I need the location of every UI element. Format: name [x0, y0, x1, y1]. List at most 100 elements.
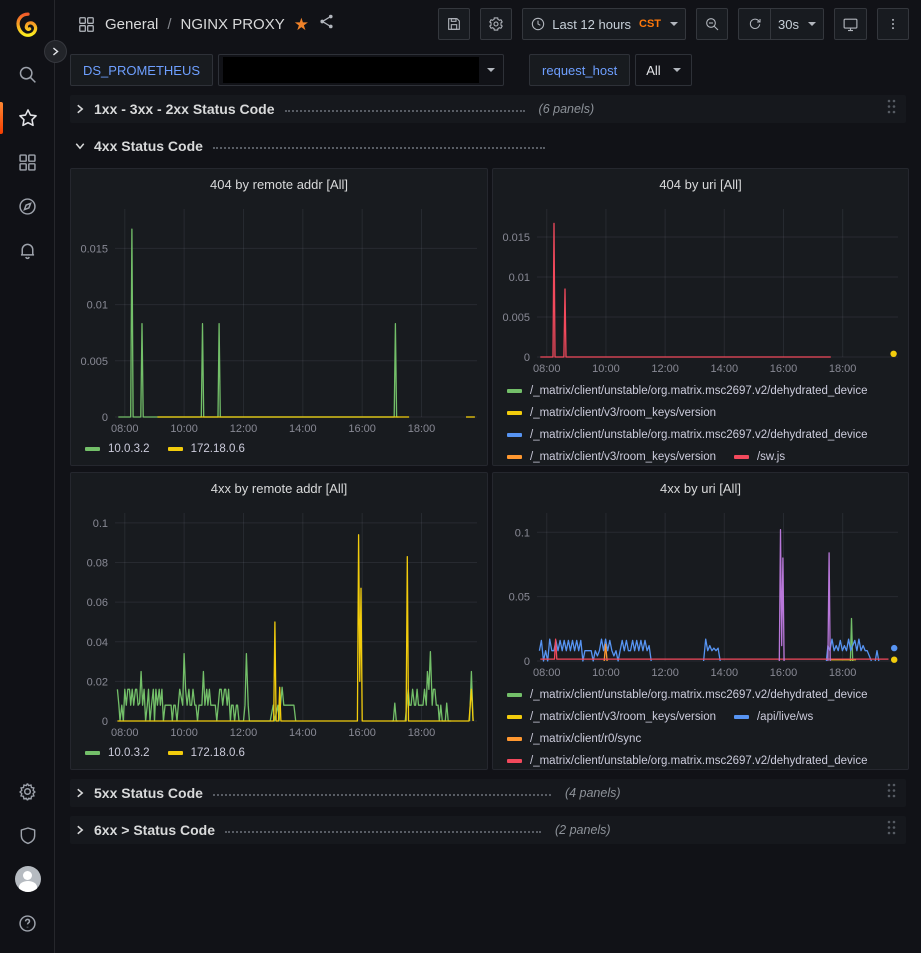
- svg-text:14:00: 14:00: [289, 727, 317, 739]
- panel-title[interactable]: 4xx by remote addr [All]: [71, 473, 487, 505]
- legend-label: /_matrix/client/unstable/org.matrix.msc2…: [530, 689, 868, 701]
- svg-text:14:00: 14:00: [711, 363, 739, 375]
- legend-swatch: [507, 433, 522, 437]
- share-button[interactable]: [318, 13, 335, 35]
- row-drag-handle[interactable]: [881, 816, 902, 844]
- breadcrumb-dashboard-title[interactable]: NGINX PROXY: [181, 16, 285, 33]
- help-circle-icon: [17, 913, 38, 934]
- refresh-interval-dropdown[interactable]: 30s: [770, 8, 824, 40]
- legend-item[interactable]: /_matrix/client/r0/sync: [507, 731, 641, 747]
- gear-icon: [488, 16, 504, 32]
- legend-swatch: [507, 411, 522, 415]
- svg-text:08:00: 08:00: [533, 667, 561, 679]
- legend-swatch: [507, 389, 522, 393]
- legend-item[interactable]: /_matrix/client/unstable/org.matrix.msc2…: [507, 427, 868, 443]
- sidebar: [0, 0, 55, 953]
- sidebar-item-explore[interactable]: [0, 184, 55, 228]
- save-dashboard-button[interactable]: [438, 8, 470, 40]
- svg-text:08:00: 08:00: [533, 363, 561, 375]
- legend-item[interactable]: /_matrix/client/unstable/org.matrix.msc2…: [507, 687, 868, 703]
- row-dots: [225, 824, 541, 833]
- active-indicator: [0, 102, 3, 134]
- svg-text:16:00: 16:00: [348, 423, 376, 435]
- panel-404-by-uri: 404 by uri [All] 08:0010:0012:0014:0016:…: [492, 168, 909, 466]
- legend-item[interactable]: 10.0.3.2: [85, 745, 150, 761]
- chevron-down-icon: [74, 140, 86, 152]
- dashboard-settings-button[interactable]: [480, 8, 512, 40]
- legend-item[interactable]: /sw.js: [734, 449, 785, 465]
- legend-swatch: [168, 447, 183, 451]
- save-icon: [446, 16, 462, 32]
- request-host-variable-dropdown[interactable]: All: [635, 54, 691, 86]
- timeseries-chart[interactable]: 08:0010:0012:0014:0016:0018:0000.0050.01…: [493, 201, 908, 377]
- legend-swatch: [85, 447, 100, 451]
- row-drag-handle[interactable]: [881, 779, 902, 807]
- star-filled-icon[interactable]: ★: [294, 16, 309, 33]
- sidebar-item-help[interactable]: [0, 901, 55, 945]
- legend-item[interactable]: 10.0.3.2: [85, 441, 150, 457]
- legend-label: /_matrix/client/unstable/org.matrix.msc2…: [530, 385, 868, 397]
- svg-text:0.015: 0.015: [80, 243, 108, 255]
- row-dots: [213, 787, 551, 796]
- legend-item[interactable]: /_matrix/client/v3/room_keys/version: [507, 449, 716, 465]
- legend-item[interactable]: /_matrix/client/v3/room_keys/version: [507, 709, 716, 725]
- legend-item[interactable]: 172.18.0.6: [168, 441, 245, 457]
- share-icon: [318, 13, 335, 30]
- legend-swatch: [507, 759, 522, 763]
- svg-text:10:00: 10:00: [592, 667, 620, 679]
- sidebar-item-server-admin[interactable]: [0, 813, 55, 857]
- dashboard-row-6xx[interactable]: 6xx > Status Code (2 panels): [70, 816, 906, 844]
- legend-item[interactable]: /_matrix/client/unstable/org.matrix.msc2…: [507, 753, 868, 769]
- panel-title[interactable]: 4xx by uri [All]: [493, 473, 908, 505]
- legend-item[interactable]: /_matrix/client/v3/room_keys/version: [507, 405, 716, 421]
- svg-text:16:00: 16:00: [770, 667, 798, 679]
- panel-4xx-by-uri: 4xx by uri [All] 08:0010:0012:0014:0016:…: [492, 472, 909, 770]
- svg-text:14:00: 14:00: [289, 423, 317, 435]
- dashboard-row-1xx-3xx-2xx[interactable]: 1xx - 3xx - 2xx Status Code (6 panels): [70, 95, 906, 123]
- svg-text:08:00: 08:00: [111, 727, 139, 739]
- sidebar-item-starred[interactable]: [0, 96, 55, 140]
- compass-icon: [17, 196, 38, 217]
- panel-legend: /_matrix/client/unstable/org.matrix.msc2…: [493, 377, 908, 465]
- sidebar-item-profile[interactable]: [0, 857, 55, 901]
- panel-title[interactable]: 404 by remote addr [All]: [71, 169, 487, 201]
- row-title: 6xx > Status Code: [94, 822, 215, 838]
- legend-swatch: [507, 455, 522, 459]
- row-drag-handle[interactable]: [881, 95, 902, 123]
- legend-label: 172.18.0.6: [191, 747, 245, 759]
- refresh-button[interactable]: [738, 8, 770, 40]
- panel-title[interactable]: 404 by uri [All]: [493, 169, 908, 201]
- cycle-view-mode-button[interactable]: [834, 8, 867, 40]
- legend-item[interactable]: /api/live/ws: [734, 709, 813, 725]
- svg-text:14:00: 14:00: [711, 667, 739, 679]
- timeseries-chart[interactable]: 08:0010:0012:0014:0016:0018:0000.0050.01…: [71, 201, 487, 437]
- sidebar-item-configuration[interactable]: [0, 769, 55, 813]
- time-range-picker[interactable]: Last 12 hours CST: [522, 8, 686, 40]
- breadcrumb-folder[interactable]: General: [105, 16, 158, 33]
- datasource-variable-dropdown[interactable]: [218, 54, 504, 86]
- chevron-right-icon: [74, 103, 86, 115]
- sidebar-item-alerting[interactable]: [0, 228, 55, 272]
- more-options-button[interactable]: [877, 8, 909, 40]
- dashboard-row-5xx[interactable]: 5xx Status Code (4 panels): [70, 779, 906, 807]
- legend-item[interactable]: 172.18.0.6: [168, 745, 245, 761]
- legend-label: /_matrix/client/v3/room_keys/version: [530, 407, 716, 419]
- timezone-label: CST: [639, 18, 661, 30]
- dashboard-row-4xx[interactable]: 4xx Status Code: [70, 132, 906, 160]
- svg-text:12:00: 12:00: [651, 363, 679, 375]
- legend-swatch: [507, 715, 522, 719]
- legend-label: 10.0.3.2: [108, 747, 150, 759]
- svg-text:0.04: 0.04: [87, 637, 108, 649]
- legend-item[interactable]: /_matrix/client/unstable/org.matrix.msc2…: [507, 383, 868, 399]
- chevron-down-icon: [673, 68, 681, 72]
- timeseries-chart[interactable]: 08:0010:0012:0014:0016:0018:0000.050.1: [493, 505, 908, 681]
- bell-icon: [17, 240, 38, 261]
- sidebar-item-dashboards[interactable]: [0, 140, 55, 184]
- legend-label: /_matrix/client/v3/room_keys/version: [530, 711, 716, 723]
- timeseries-chart[interactable]: 08:0010:0012:0014:0016:0018:0000.020.040…: [71, 505, 487, 741]
- panel-4xx-by-remote-addr: 4xx by remote addr [All] 08:0010:0012:00…: [70, 472, 488, 770]
- time-range-label: Last 12 hours: [552, 17, 631, 32]
- main-content: General / NGINX PROXY ★: [55, 0, 921, 953]
- zoom-out-time-button[interactable]: [696, 8, 728, 40]
- sidebar-expand-button[interactable]: [44, 40, 67, 63]
